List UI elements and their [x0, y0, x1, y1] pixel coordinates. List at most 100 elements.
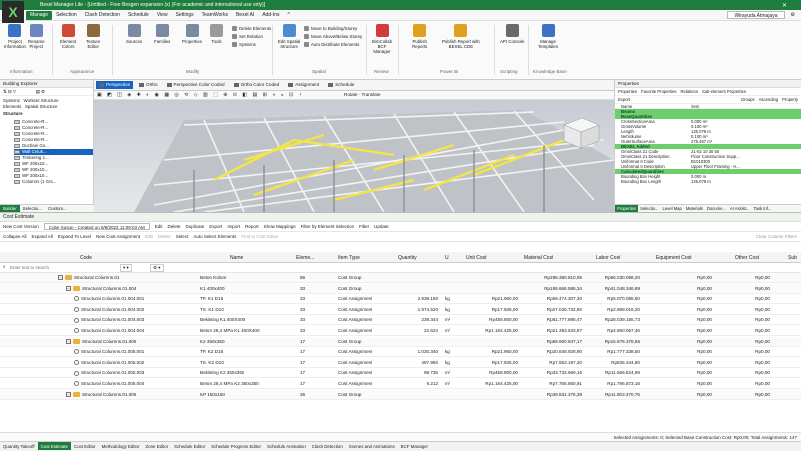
delete-elements-button[interactable]: Delete Elements	[232, 26, 271, 31]
bottom-tab-bcf-manager[interactable]: BCF Manager	[398, 442, 431, 450]
settings-icon[interactable]: ⚙	[791, 12, 795, 18]
element-colors-button[interactable]: Element Colors	[60, 24, 76, 49]
tab-assignment[interactable]: Assignment	[285, 81, 322, 89]
bottom-tab-quantity-takeoff[interactable]: Quantity Takeoff	[0, 442, 38, 450]
props-tab-level-map[interactable]: Level Map	[660, 205, 683, 212]
bottom-tab-zone-editor[interactable]: Zone Editor	[142, 442, 171, 450]
col-sub[interactable]: Sub	[788, 255, 797, 261]
collapse-toggle-icon[interactable]: −	[66, 338, 71, 344]
duplicate-version-button[interactable]: Duplicate	[186, 224, 205, 229]
sources-button[interactable]: Sources	[126, 24, 142, 44]
3d-viewport[interactable]	[94, 100, 614, 212]
import-cost-button[interactable]: Import	[227, 224, 240, 229]
search-settings-icon[interactable]: ⚙ ▾	[150, 264, 164, 272]
view-tool-icons[interactable]: ▣ ◩ ◫ ◈ ✚ ◐ ◉ ▦ ◎ ⟲ ◇ ▥ ⬚ ⊕ ⊙ ◧ ▤ ⊞ ◑ ◒ …	[97, 92, 304, 98]
tab-selection[interactable]: Selectio...	[20, 205, 45, 212]
show-mappings-button[interactable]: Show Mappings	[264, 224, 296, 229]
filter-button[interactable]: Filter	[359, 224, 369, 229]
tab-ortho[interactable]: Ortho	[136, 81, 161, 89]
cost-assignment-row[interactable]: Structural Columns.01.004.001 TP. K1 D16 3…	[0, 294, 801, 305]
col-unit-cost[interactable]: Unit Cost	[466, 255, 487, 261]
bottom-tab-clash-detection[interactable]: Clash Detection	[309, 442, 346, 450]
auto-distribute-button[interactable]: Auto Distribute Elements	[304, 42, 359, 47]
properties-button[interactable]: Properties	[182, 24, 202, 44]
tree-item[interactable]: Columns (1 Grs...	[14, 179, 93, 185]
bottom-tab-cost-estimate[interactable]: Cost Estimate	[37, 442, 71, 450]
move-to-building-button[interactable]: Move to Building/Storey	[304, 26, 357, 31]
tab-perspective[interactable]: Perspective	[96, 81, 134, 89]
collapse-toggle-icon[interactable]: −	[58, 275, 63, 281]
menu-selection[interactable]: Selection	[52, 12, 81, 18]
col-unit[interactable]: U	[445, 255, 449, 261]
col-other-cost[interactable]: Other Cost	[735, 255, 759, 261]
tab-custom[interactable]: Custom...	[45, 205, 70, 212]
new-cost-version-button[interactable]: New Cost Version	[3, 224, 39, 229]
props-tab-docume[interactable]: Docume...	[705, 205, 728, 212]
auto-select-elements-button[interactable]: Auto Select Elements	[193, 234, 236, 239]
search-options-dropdown[interactable]: ▾ ▾	[120, 264, 132, 272]
rename-project-button[interactable]: Rename Project	[28, 24, 45, 49]
props-tab-properties[interactable]: Properties	[615, 205, 639, 212]
collapse-toggle-icon[interactable]: −	[66, 285, 71, 291]
col-labor-cost[interactable]: Labor Cost	[596, 255, 620, 261]
props-tab-selectio[interactable]: Selectio...	[638, 205, 660, 212]
tab-workset-structure[interactable]: Workset Structure	[24, 98, 59, 103]
find-in-cost-editor-button[interactable]: Find In Cost Editor	[241, 234, 278, 239]
publish-report-cde-button[interactable]: Publish Report with BEXEL CDE	[442, 24, 480, 49]
delete-assignment-button[interactable]: Delete	[158, 234, 171, 239]
tab-perspective-color-coded[interactable]: Perspective Color Coded	[164, 81, 228, 89]
expand-to-level-button[interactable]: Expand To Level	[58, 234, 91, 239]
collapse-toggle-icon[interactable]: −	[66, 391, 71, 397]
cost-group-row[interactable]: − Structural Columns.01 Beton Kolom 86 Cost …	[0, 273, 801, 283]
texture-editor-button[interactable]: Texture Editor	[86, 24, 100, 49]
export-button[interactable]: Export	[618, 97, 630, 102]
menu-settings[interactable]: Settings	[172, 12, 198, 18]
bottom-tab-scenes-and-animations[interactable]: Scenes and Animations	[346, 442, 398, 450]
systems-button[interactable]: Systems	[232, 42, 256, 47]
filter-by-selection-button[interactable]: Filter by Element Selection	[301, 224, 355, 229]
export-cost-button[interactable]: Export	[209, 224, 222, 229]
tab-elements[interactable]: Elements	[3, 104, 21, 109]
menu-manage[interactable]: Manage	[26, 10, 53, 20]
select-button[interactable]: Select	[176, 234, 189, 239]
tools-button[interactable]: Tools	[210, 24, 223, 44]
menu-add-ins[interactable]: Add-Ins	[258, 12, 283, 18]
collapse-all-button[interactable]: Collapse All	[3, 234, 27, 239]
bottom-tab-schedule-editor[interactable]: Schedule Editor	[171, 442, 208, 450]
cost-assignment-row[interactable]: Structural Columns.01.004.002 TS. K1 D10 3…	[0, 305, 801, 315]
cost-assignment-row[interactable]: Structural Columns.01.005.003 Bekisting K…	[0, 368, 801, 379]
tab-builder[interactable]: Builder	[0, 205, 20, 212]
close-icon[interactable]: ✕	[782, 2, 801, 9]
user-name[interactable]: Wirayuda Atmajaya	[727, 11, 785, 19]
update-button[interactable]: Update	[374, 224, 389, 229]
report-button[interactable]: Report	[245, 224, 259, 229]
col-name[interactable]: Name	[230, 255, 243, 261]
clear-column-filters-button[interactable]: Clear Column Filters	[756, 234, 801, 239]
col-material-cost[interactable]: Material Cost	[524, 255, 553, 261]
menu-view[interactable]: View	[153, 12, 172, 18]
col-item-type[interactable]: Item Type	[338, 255, 360, 261]
api-console-button[interactable]: API Console	[500, 24, 524, 44]
move-storey-button[interactable]: Move Above/Below Storey	[304, 34, 362, 39]
edit-spatial-structure-button[interactable]: Edit Spatial Structure	[278, 24, 300, 49]
tab-systems[interactable]: Systems	[3, 98, 20, 103]
groups-button[interactable]: Groups	[741, 97, 755, 102]
publish-reports-button[interactable]: Publish Reports	[412, 24, 427, 49]
bottom-tab-schedule-progress-editor[interactable]: Schedule Progress Editor	[208, 442, 264, 450]
collapse-ribbon-icon[interactable]: ^	[284, 12, 294, 18]
set-relation-button[interactable]: Set Relation	[232, 34, 263, 39]
property-button[interactable]: Property	[782, 97, 798, 102]
menu-schedule[interactable]: Schedule	[124, 12, 153, 18]
ascending-button[interactable]: Ascending	[759, 97, 779, 102]
tab-relations[interactable]: Relations	[680, 89, 697, 94]
families-button[interactable]: Families	[154, 24, 170, 44]
cost-assignment-row[interactable]: Structural Columns.01.005.001 TP. K2 D16 1…	[0, 347, 801, 358]
expand-all-button[interactable]: Expand All	[32, 234, 53, 239]
cost-assignment-row[interactable]: Structural Columns.01.004.003 Bekisting K…	[0, 315, 801, 326]
bcf-manager-button[interactable]: BimCollab BCF Manager	[372, 24, 392, 54]
tab-favorite-properties[interactable]: Favorite Properties	[641, 89, 676, 94]
col-code[interactable]: Code	[80, 255, 92, 261]
tab-ortho-color-coded[interactable]: Ortho Color Coded	[231, 81, 283, 89]
tab-sub-element-properties[interactable]: Sub-element Properties	[702, 89, 746, 94]
cost-assignment-row[interactable]: Structural Columns.01.005.002 TS. K2 D10 1…	[0, 358, 801, 368]
